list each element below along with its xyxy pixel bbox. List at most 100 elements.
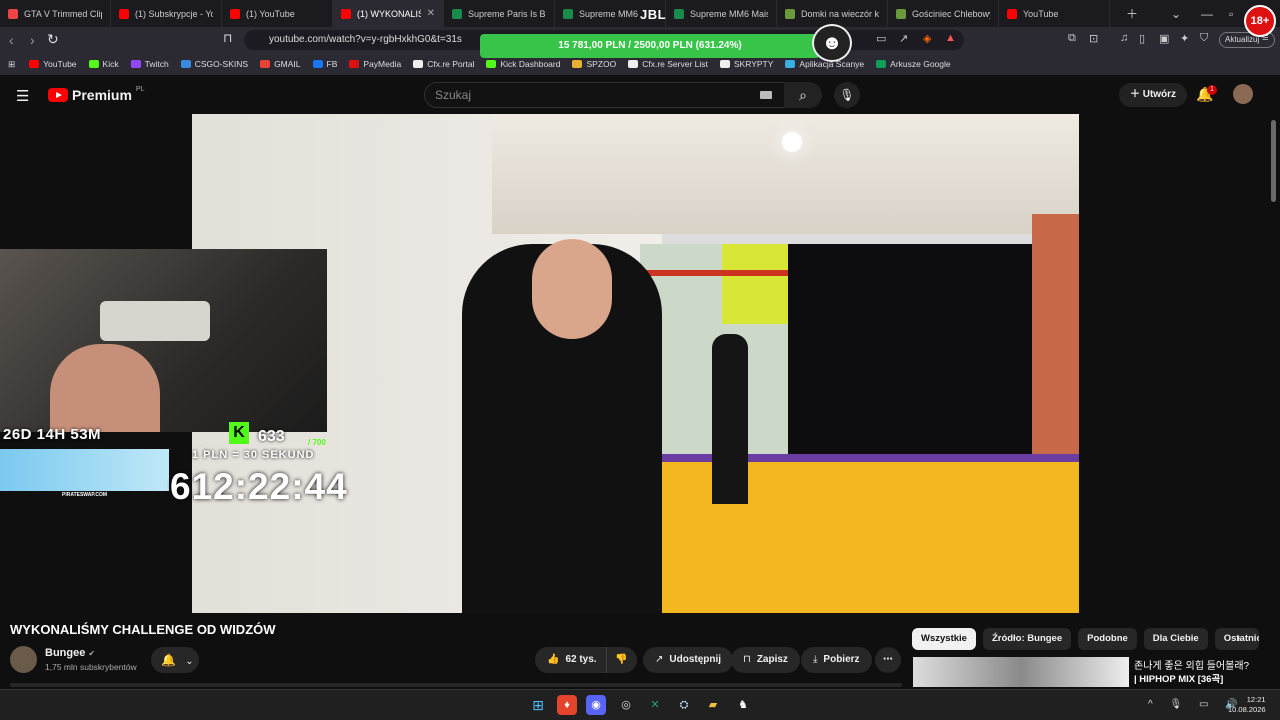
cast-icon[interactable]: ▭ bbox=[876, 32, 886, 45]
screenshot-icon[interactable]: ⊡ bbox=[1089, 32, 1098, 45]
brave-browser-icon[interactable]: ♦ bbox=[557, 695, 577, 715]
bookmark-icon[interactable]: ⊓ bbox=[223, 31, 232, 45]
like-button[interactable]: 👍 62 tys. bbox=[535, 647, 606, 673]
recommendation-title-line2[interactable]: | HIPHOP MIX [36곡] bbox=[1134, 671, 1223, 685]
logo-region: PL bbox=[135, 85, 145, 93]
channel-name[interactable]: Bungee ✔ bbox=[45, 647, 95, 659]
filter-chip[interactable]: Wszystkie bbox=[912, 628, 976, 650]
youtube-play-icon bbox=[48, 88, 68, 102]
tab-favicon-icon bbox=[563, 8, 573, 19]
rewards-icon[interactable]: ▲ bbox=[945, 32, 956, 44]
browser-tab[interactable]: Domki na wieczór kaw bbox=[777, 0, 888, 27]
subathon-timer: 612:22:44 bbox=[170, 466, 348, 507]
restore-icon[interactable]: ▫ bbox=[1229, 0, 1233, 27]
monkey-mascot-icon: ☻ bbox=[812, 24, 852, 62]
reload-icon[interactable]: ↻ bbox=[47, 31, 59, 48]
stream-countdown: 26D 14H 53M bbox=[3, 426, 102, 443]
forward-icon[interactable]: › bbox=[30, 32, 35, 48]
recommendation-title-line1[interactable]: 존나게 좋은 외힙 들어볼래? bbox=[1134, 657, 1249, 672]
windows-start-icon[interactable]: ⊞ bbox=[528, 695, 548, 715]
filter-chip[interactable]: Podobne bbox=[1078, 628, 1137, 650]
leo-ai-icon[interactable]: ✦ bbox=[1180, 32, 1189, 45]
chevron-right-icon[interactable]: › bbox=[1236, 630, 1240, 645]
voice-search-button[interactable]: 🎙 bbox=[834, 82, 860, 108]
share-icon[interactable]: ↗ bbox=[899, 32, 908, 45]
page-scrollbar[interactable] bbox=[1271, 120, 1276, 202]
file-explorer-icon[interactable]: ▰ bbox=[703, 695, 723, 715]
bookmark-item[interactable]: CSGO-SKINS bbox=[180, 59, 248, 69]
browser-tab[interactable]: (1) YouTube bbox=[222, 0, 333, 27]
close-tab-icon[interactable]: ✕ bbox=[427, 8, 435, 19]
bookmark-label: Arkusze Google bbox=[890, 59, 951, 69]
back-icon[interactable]: ‹ bbox=[9, 32, 14, 48]
bookmark-item[interactable]: PayMedia bbox=[349, 59, 401, 69]
bookmark-favicon-icon bbox=[312, 60, 323, 68]
bookmark-item[interactable]: YouTube bbox=[29, 59, 77, 69]
brave-shield-icon[interactable]: ◈ bbox=[923, 32, 931, 45]
vpn-icon[interactable]: ⛉ bbox=[1200, 32, 1208, 45]
browser-tab[interactable]: YouTube bbox=[999, 0, 1110, 27]
download-icon: ⤓ bbox=[813, 654, 818, 665]
share-button[interactable]: ↗ Udostępnij bbox=[643, 647, 734, 673]
channel-avatar[interactable] bbox=[10, 646, 37, 673]
tab-label: YouTube bbox=[1023, 8, 1059, 19]
more-horizontal-icon: ⋯ bbox=[883, 654, 893, 665]
tab-list-chevron-icon[interactable]: ⌄ bbox=[1171, 0, 1181, 27]
download-button[interactable]: ⤓ Pobierz bbox=[801, 647, 872, 673]
hamburger-menu-icon[interactable]: ☰ bbox=[16, 87, 29, 105]
browser-tab[interactable]: Supreme Paris Is Burni bbox=[444, 0, 555, 27]
bookmark-item[interactable]: Cfx.re Server List bbox=[628, 59, 708, 69]
browser-tab[interactable]: (1) Subskrypcje - YouT bbox=[111, 0, 222, 27]
bookmark-item[interactable]: GMAIL bbox=[260, 59, 301, 69]
bookmark-label: SPZOO bbox=[586, 59, 617, 69]
create-button[interactable]: ＋ Utwórz bbox=[1119, 83, 1187, 107]
donation-goal-text: 15 781,00 PLN / 2500,00 PLN (631.24%) bbox=[558, 40, 742, 51]
bookmark-item[interactable]: SKRYPTY bbox=[719, 59, 774, 69]
browser-tab[interactable]: Gościniec Chlebowy Z bbox=[888, 0, 999, 27]
filter-chip[interactable]: Źródło: Bungee bbox=[982, 628, 1072, 650]
bookmark-item[interactable]: Cfx.re Portal bbox=[413, 59, 474, 69]
bookmark-item[interactable]: Twitch bbox=[130, 59, 169, 69]
bookmark-favicon-icon bbox=[572, 60, 583, 68]
bookmark-item[interactable]: Kick bbox=[88, 59, 119, 69]
user-avatar[interactable] bbox=[1233, 84, 1253, 104]
music-icon[interactable]: ♫ bbox=[1120, 32, 1128, 44]
search-input[interactable]: Szukaj bbox=[424, 82, 786, 108]
tab-favicon-icon bbox=[8, 8, 18, 19]
extensions-icon[interactable]: ⧉ bbox=[1068, 32, 1076, 45]
bookmark-item[interactable]: SPZOO bbox=[572, 59, 616, 69]
bookmark-item[interactable]: FB bbox=[312, 59, 337, 69]
youtube-premium-logo[interactable]: Premium PL bbox=[48, 85, 145, 103]
more-actions-button[interactable]: ⋯ bbox=[875, 647, 901, 673]
bookmark-label: SKRYPTY bbox=[733, 59, 774, 69]
dislike-button[interactable]: 👎 bbox=[606, 647, 637, 673]
browser-tab[interactable]: Supreme MM6 Maison bbox=[666, 0, 777, 27]
browser-tab[interactable]: (1) WYKONALIŚ ✕ bbox=[333, 0, 444, 27]
search-button[interactable]: ⌕ bbox=[784, 82, 822, 108]
sidebar-icon[interactable]: ▯ bbox=[1139, 32, 1145, 45]
bookmark-favicon-icon bbox=[486, 60, 497, 68]
filter-chip[interactable]: Dla Ciebie bbox=[1143, 628, 1208, 650]
recommendation-thumbnail[interactable] bbox=[913, 657, 1129, 687]
app-icon[interactable]: ♞ bbox=[733, 695, 753, 715]
excel-icon[interactable]: ✕ bbox=[645, 695, 665, 715]
subathon-rate: 1 PLN = 30 SEKUND bbox=[192, 449, 315, 461]
description-box[interactable] bbox=[10, 683, 902, 687]
taskbar-clock[interactable]: 12:21 10.08.2026 bbox=[1228, 695, 1266, 715]
steam-icon[interactable]: ⛭ bbox=[674, 695, 694, 715]
video-title: WYKONALIŚMY CHALLENGE OD WIDZÓW bbox=[10, 622, 276, 637]
tab-favicon-icon bbox=[119, 8, 129, 19]
bookmark-favicon-icon bbox=[785, 60, 796, 68]
bookmark-item[interactable]: Kick Dashboard bbox=[486, 59, 560, 69]
new-tab-button[interactable]: ＋ bbox=[1126, 0, 1138, 27]
keyboard-icon[interactable] bbox=[760, 91, 772, 99]
bookmark-item[interactable]: Arkusze Google bbox=[876, 59, 951, 69]
subscription-bell-button[interactable]: 🔔 ⌄ bbox=[151, 647, 199, 673]
save-button[interactable]: ⊓ Zapisz bbox=[731, 647, 800, 673]
obs-icon[interactable]: ◎ bbox=[616, 695, 636, 715]
wallet-icon[interactable]: ▣ bbox=[1159, 32, 1169, 45]
minimize-icon[interactable]: — bbox=[1201, 0, 1213, 27]
discord-icon[interactable]: ◉ bbox=[586, 695, 606, 715]
browser-tab[interactable]: GTA V Trimmed Clip 1 bbox=[0, 0, 111, 27]
apps-grid-icon[interactable]: ⊞ bbox=[8, 59, 15, 70]
